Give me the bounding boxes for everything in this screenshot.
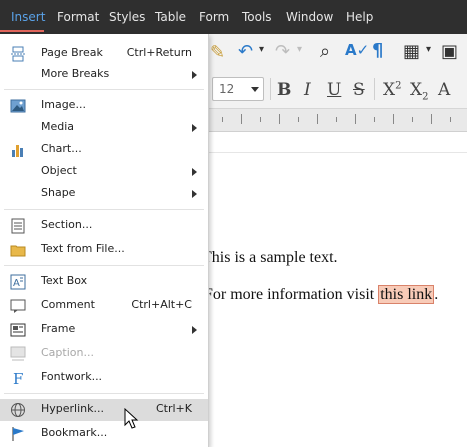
menu-item-text-box[interactable]: A Text Box (0, 271, 208, 293)
caption-icon (10, 346, 26, 361)
menu-item-more-breaks[interactable]: More Breaks (0, 64, 208, 86)
menu-tools[interactable]: Tools (242, 0, 272, 34)
paintbrush-icon[interactable]: ✎ (210, 42, 225, 63)
active-menu-underline (0, 30, 44, 32)
subscript-icon[interactable]: X2 (410, 80, 428, 102)
menu-item-label: Object (41, 164, 77, 177)
menu-table[interactable]: Table (155, 0, 186, 34)
menu-item-label: Shape (41, 186, 76, 199)
menu-item-fontwork[interactable]: F Fontwork... (0, 367, 208, 389)
menu-item-media[interactable]: Media (0, 117, 208, 139)
menu-item-object[interactable]: Object (0, 161, 208, 183)
insert-image-icon[interactable]: ▣ (441, 41, 458, 62)
menu-item-label: Text Box (41, 274, 88, 287)
image-icon (10, 99, 26, 113)
font-size-box[interactable]: 12 (212, 77, 264, 101)
menu-bar: Insert Format Styles Table Form Tools Wi… (0, 0, 467, 34)
menu-item-label: Image... (41, 98, 86, 111)
menu-format[interactable]: Format (57, 0, 99, 34)
menu-separator (4, 393, 204, 394)
menu-item-label: Bookmark... (41, 426, 108, 439)
globe-icon (11, 403, 25, 417)
undo-dropdown-icon[interactable]: ▾ (259, 44, 264, 55)
menu-item-shortcut: Ctrl+K (155, 402, 192, 415)
toolbar-divider (374, 78, 375, 100)
menu-item-label: Page Break (41, 46, 103, 59)
menu-window[interactable]: Window (286, 0, 333, 34)
chevron-down-icon[interactable] (251, 87, 259, 92)
comment-icon (10, 299, 26, 313)
menu-item-caption[interactable]: Caption... (0, 343, 208, 365)
font-size-value: 12 (219, 82, 235, 96)
section-icon (11, 218, 25, 234)
menu-item-shortcut: Ctrl+Alt+C (131, 298, 192, 311)
submenu-arrow-icon (192, 71, 197, 79)
menu-item-label: Hyperlink... (41, 402, 104, 415)
menu-item-label: More Breaks (41, 67, 110, 80)
text-box-icon: A (10, 274, 26, 290)
menu-item-label: Text from File... (41, 242, 125, 255)
bookmark-flag-icon (12, 427, 24, 441)
document-line-2-end: . (434, 286, 439, 303)
menu-item-bookmark[interactable]: Bookmark... (0, 423, 208, 445)
document-line-2: For more information visit this link. (204, 285, 439, 304)
hyperlink-text[interactable]: this link (378, 285, 435, 304)
menu-styles[interactable]: Styles (109, 0, 145, 34)
menu-item-comment[interactable]: Comment Ctrl+Alt+C (0, 295, 208, 317)
superscript-icon[interactable]: X2 (383, 80, 401, 100)
menu-separator (4, 209, 204, 210)
menu-item-label: Section... (41, 218, 93, 231)
menu-item-shortcut: Ctrl+Return (126, 46, 192, 59)
mouse-cursor-icon (124, 408, 139, 429)
menu-item-chart[interactable]: Chart... (0, 139, 208, 161)
underline-icon[interactable]: U (327, 80, 341, 100)
submenu-arrow-icon (192, 326, 197, 334)
undo-icon[interactable]: ↶ (238, 41, 253, 62)
menu-item-label: Caption... (41, 346, 94, 359)
chart-icon (12, 145, 23, 157)
insert-menu: Page Break Ctrl+Return More Breaks Image… (0, 34, 209, 447)
folder-icon (10, 245, 26, 257)
menu-help[interactable]: Help (346, 0, 373, 34)
menu-item-label: Fontwork... (41, 370, 103, 383)
document-line-1: This is a sample text. (202, 249, 338, 266)
menu-item-page-break[interactable]: Page Break Ctrl+Return (0, 43, 208, 65)
submenu-arrow-icon (192, 168, 197, 176)
submenu-arrow-icon (192, 124, 197, 132)
menu-item-section[interactable]: Section... (0, 215, 208, 237)
menu-item-image[interactable]: Image... (0, 95, 208, 117)
menu-separator (4, 89, 204, 90)
menu-form[interactable]: Form (199, 0, 229, 34)
clear-formatting-icon[interactable]: A (438, 80, 450, 100)
fontwork-icon: F (13, 370, 23, 386)
document-line-2-text: For more information visit (204, 286, 379, 303)
table-dropdown-icon[interactable]: ▾ (426, 44, 431, 55)
menu-item-label: Comment (41, 298, 95, 311)
menu-item-text-from-file[interactable]: Text from File... (0, 239, 208, 261)
toolbar-divider (270, 78, 271, 100)
submenu-arrow-icon (192, 190, 197, 198)
menu-separator (4, 265, 204, 266)
menu-item-shape[interactable]: Shape (0, 183, 208, 205)
menu-item-label: Chart... (41, 142, 82, 155)
menu-item-label: Frame (41, 322, 76, 335)
menu-item-frame[interactable]: Frame (0, 319, 208, 341)
redo-icon[interactable]: ↷ (275, 41, 290, 62)
svg-text:F: F (13, 370, 23, 386)
menu-item-label: Media (41, 120, 75, 133)
menu-insert[interactable]: Insert (11, 0, 45, 34)
menu-item-hyperlink[interactable]: Hyperlink... Ctrl+K (0, 399, 208, 421)
find-replace-icon[interactable]: ⌕ (320, 41, 330, 62)
strikethrough-icon[interactable]: S (353, 80, 365, 100)
page-break-icon (11, 46, 25, 62)
insert-table-icon[interactable]: ▦ (403, 41, 420, 62)
frame-icon (10, 323, 26, 337)
bold-icon[interactable]: B (277, 80, 291, 100)
italic-icon[interactable]: I (304, 80, 311, 100)
spellcheck-icon[interactable]: A✓ (345, 41, 369, 59)
svg-text:A: A (13, 278, 20, 289)
redo-dropdown-icon[interactable]: ▾ (297, 44, 302, 55)
formatting-marks-icon[interactable]: ¶ (372, 40, 383, 61)
